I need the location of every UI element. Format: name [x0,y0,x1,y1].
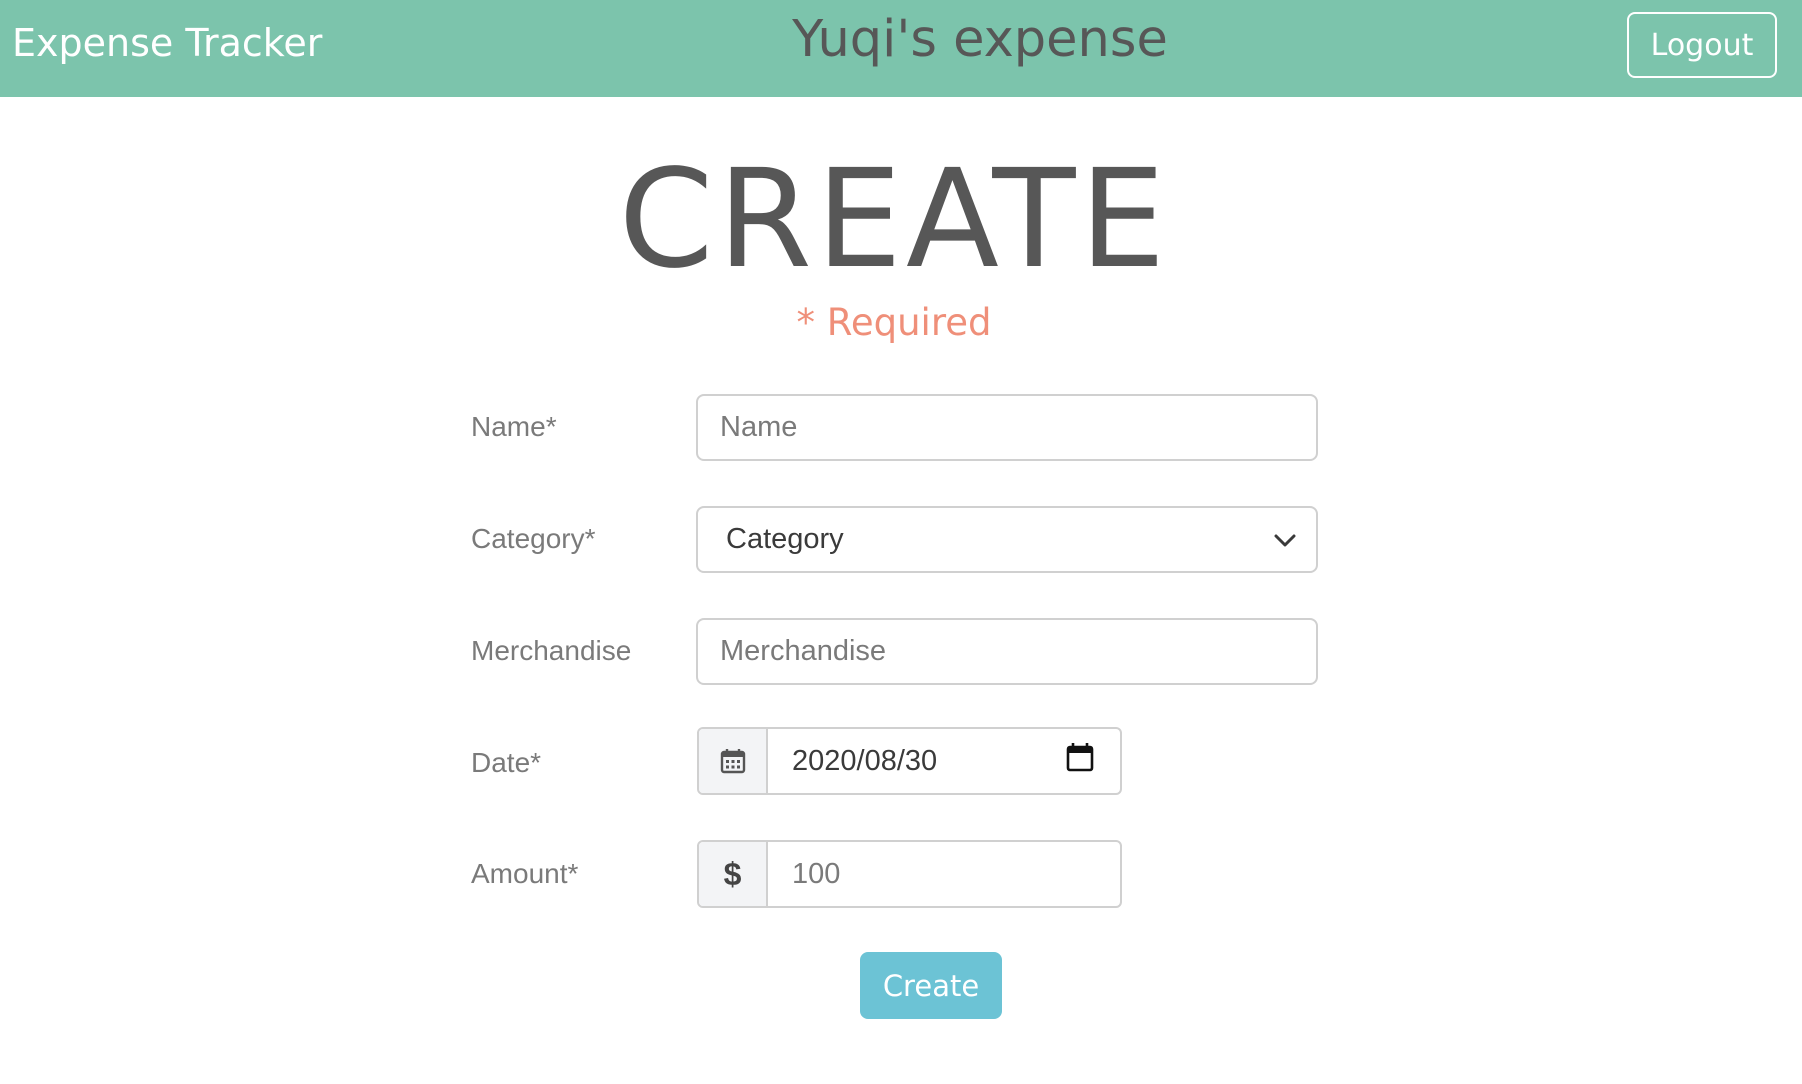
name-placeholder: Name [720,411,798,443]
create-button[interactable]: Create [860,952,1002,1019]
navbar-title: Yuqi's expense [792,10,1168,69]
category-label: Category* [471,523,596,554]
category-select[interactable]: Category [696,506,1318,573]
amount-placeholder: 100 [792,857,841,890]
amount-label: Amount* [471,858,579,889]
chevron-down-icon [1274,523,1296,556]
amount-input[interactable]: 100 [768,842,1120,906]
category-selected-value: Category [726,523,844,555]
merchandise-label: Merchandise [471,635,632,666]
name-label: Name* [471,411,557,442]
date-input-group: 2020/08/30 [697,727,1122,795]
dollar-icon: $ [699,842,768,906]
amount-input-group: $ 100 [697,840,1122,908]
date-label: Date* [471,747,542,778]
calendar-icon [699,729,768,793]
merchandise-placeholder: Merchandise [720,635,887,667]
required-note: * Required [796,301,992,344]
logout-button[interactable]: Logout [1627,12,1777,78]
merchandise-input[interactable]: Merchandise [696,618,1318,685]
date-input[interactable]: 2020/08/30 [768,729,1120,793]
calendar-picker-icon[interactable] [1066,742,1094,780]
navbar: Expense Tracker Yuqi's expense Logout [0,0,1802,97]
page-title: CREATE [618,141,1170,299]
name-input[interactable]: Name [696,394,1318,461]
date-value: 2020/08/30 [792,744,938,777]
